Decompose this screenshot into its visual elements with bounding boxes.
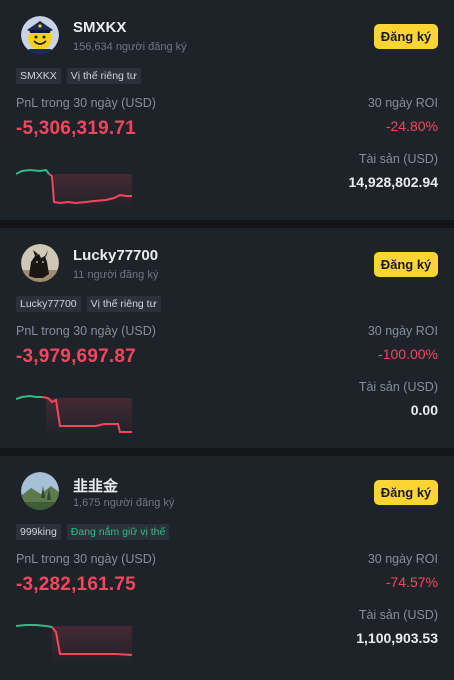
pnl-label: PnL trong 30 ngày (USD) [16,96,156,110]
trader-tag: SMXKX [16,68,61,84]
assets-label: Tài sản (USD) [358,152,438,166]
follow-button[interactable]: Đăng ký [374,24,438,49]
subscriber-count: 11 người đăng ký [73,269,159,281]
roi-value: -24.80% [385,118,438,134]
trader-card[interactable]: 韭韭金 1,675 người đăng ký Đăng ký 999king … [0,456,454,680]
position-status-tag: Đang nắm giữ vị thế [66,524,170,540]
assets-value: 0.00 [410,402,438,418]
follow-button[interactable]: Đăng ký [374,480,438,505]
roi-value: -74.57% [385,574,438,590]
pnl-sparkline [16,168,132,210]
pnl-value: -5,306,319.71 [16,118,136,139]
roi-label: 30 ngày ROI [367,96,438,110]
trader-tag: Lucky77700 [16,296,81,312]
assets-label: Tài sản (USD) [358,380,438,394]
subscriber-count: 1,675 người đăng ký [73,497,175,509]
trader-tag: 999king [16,524,61,540]
roi-label: 30 ngày ROI [367,324,438,338]
smiley-police-avatar[interactable] [21,16,59,54]
pnl-label: PnL trong 30 ngày (USD) [16,552,156,566]
assets-value: 1,100,903.53 [356,630,438,646]
pnl-value: -3,979,697.87 [16,346,136,367]
position-status-tag: Vị thế riêng tư [86,296,161,312]
roi-label: 30 ngày ROI [367,552,438,566]
landscape-photo-avatar[interactable] [21,472,59,510]
pnl-sparkline [16,624,132,664]
follow-button[interactable]: Đăng ký [374,252,438,277]
position-status-tag: Vị thế riêng tư [66,68,141,84]
assets-label: Tài sản (USD) [358,608,438,622]
trader-card[interactable]: SMXKX 156,634 người đăng ký Đăng ký SMXK… [0,0,454,220]
subscriber-count: 156,634 người đăng ký [73,41,187,53]
card-divider [0,220,454,228]
assets-value: 14,928,802.94 [348,174,438,190]
trader-name[interactable]: 韭韭金 [73,475,118,496]
dog-photo-avatar[interactable] [21,244,59,282]
roi-value: -100.00% [378,346,438,362]
pnl-value: -3,282,161.75 [16,574,136,595]
trader-name[interactable]: SMXKX [73,19,126,36]
pnl-label: PnL trong 30 ngày (USD) [16,324,156,338]
card-divider [0,448,454,456]
pnl-sparkline [16,394,132,436]
trader-name[interactable]: Lucky77700 [73,247,158,264]
trader-card[interactable]: Lucky77700 11 người đăng ký Đăng ký Luck… [0,228,454,448]
